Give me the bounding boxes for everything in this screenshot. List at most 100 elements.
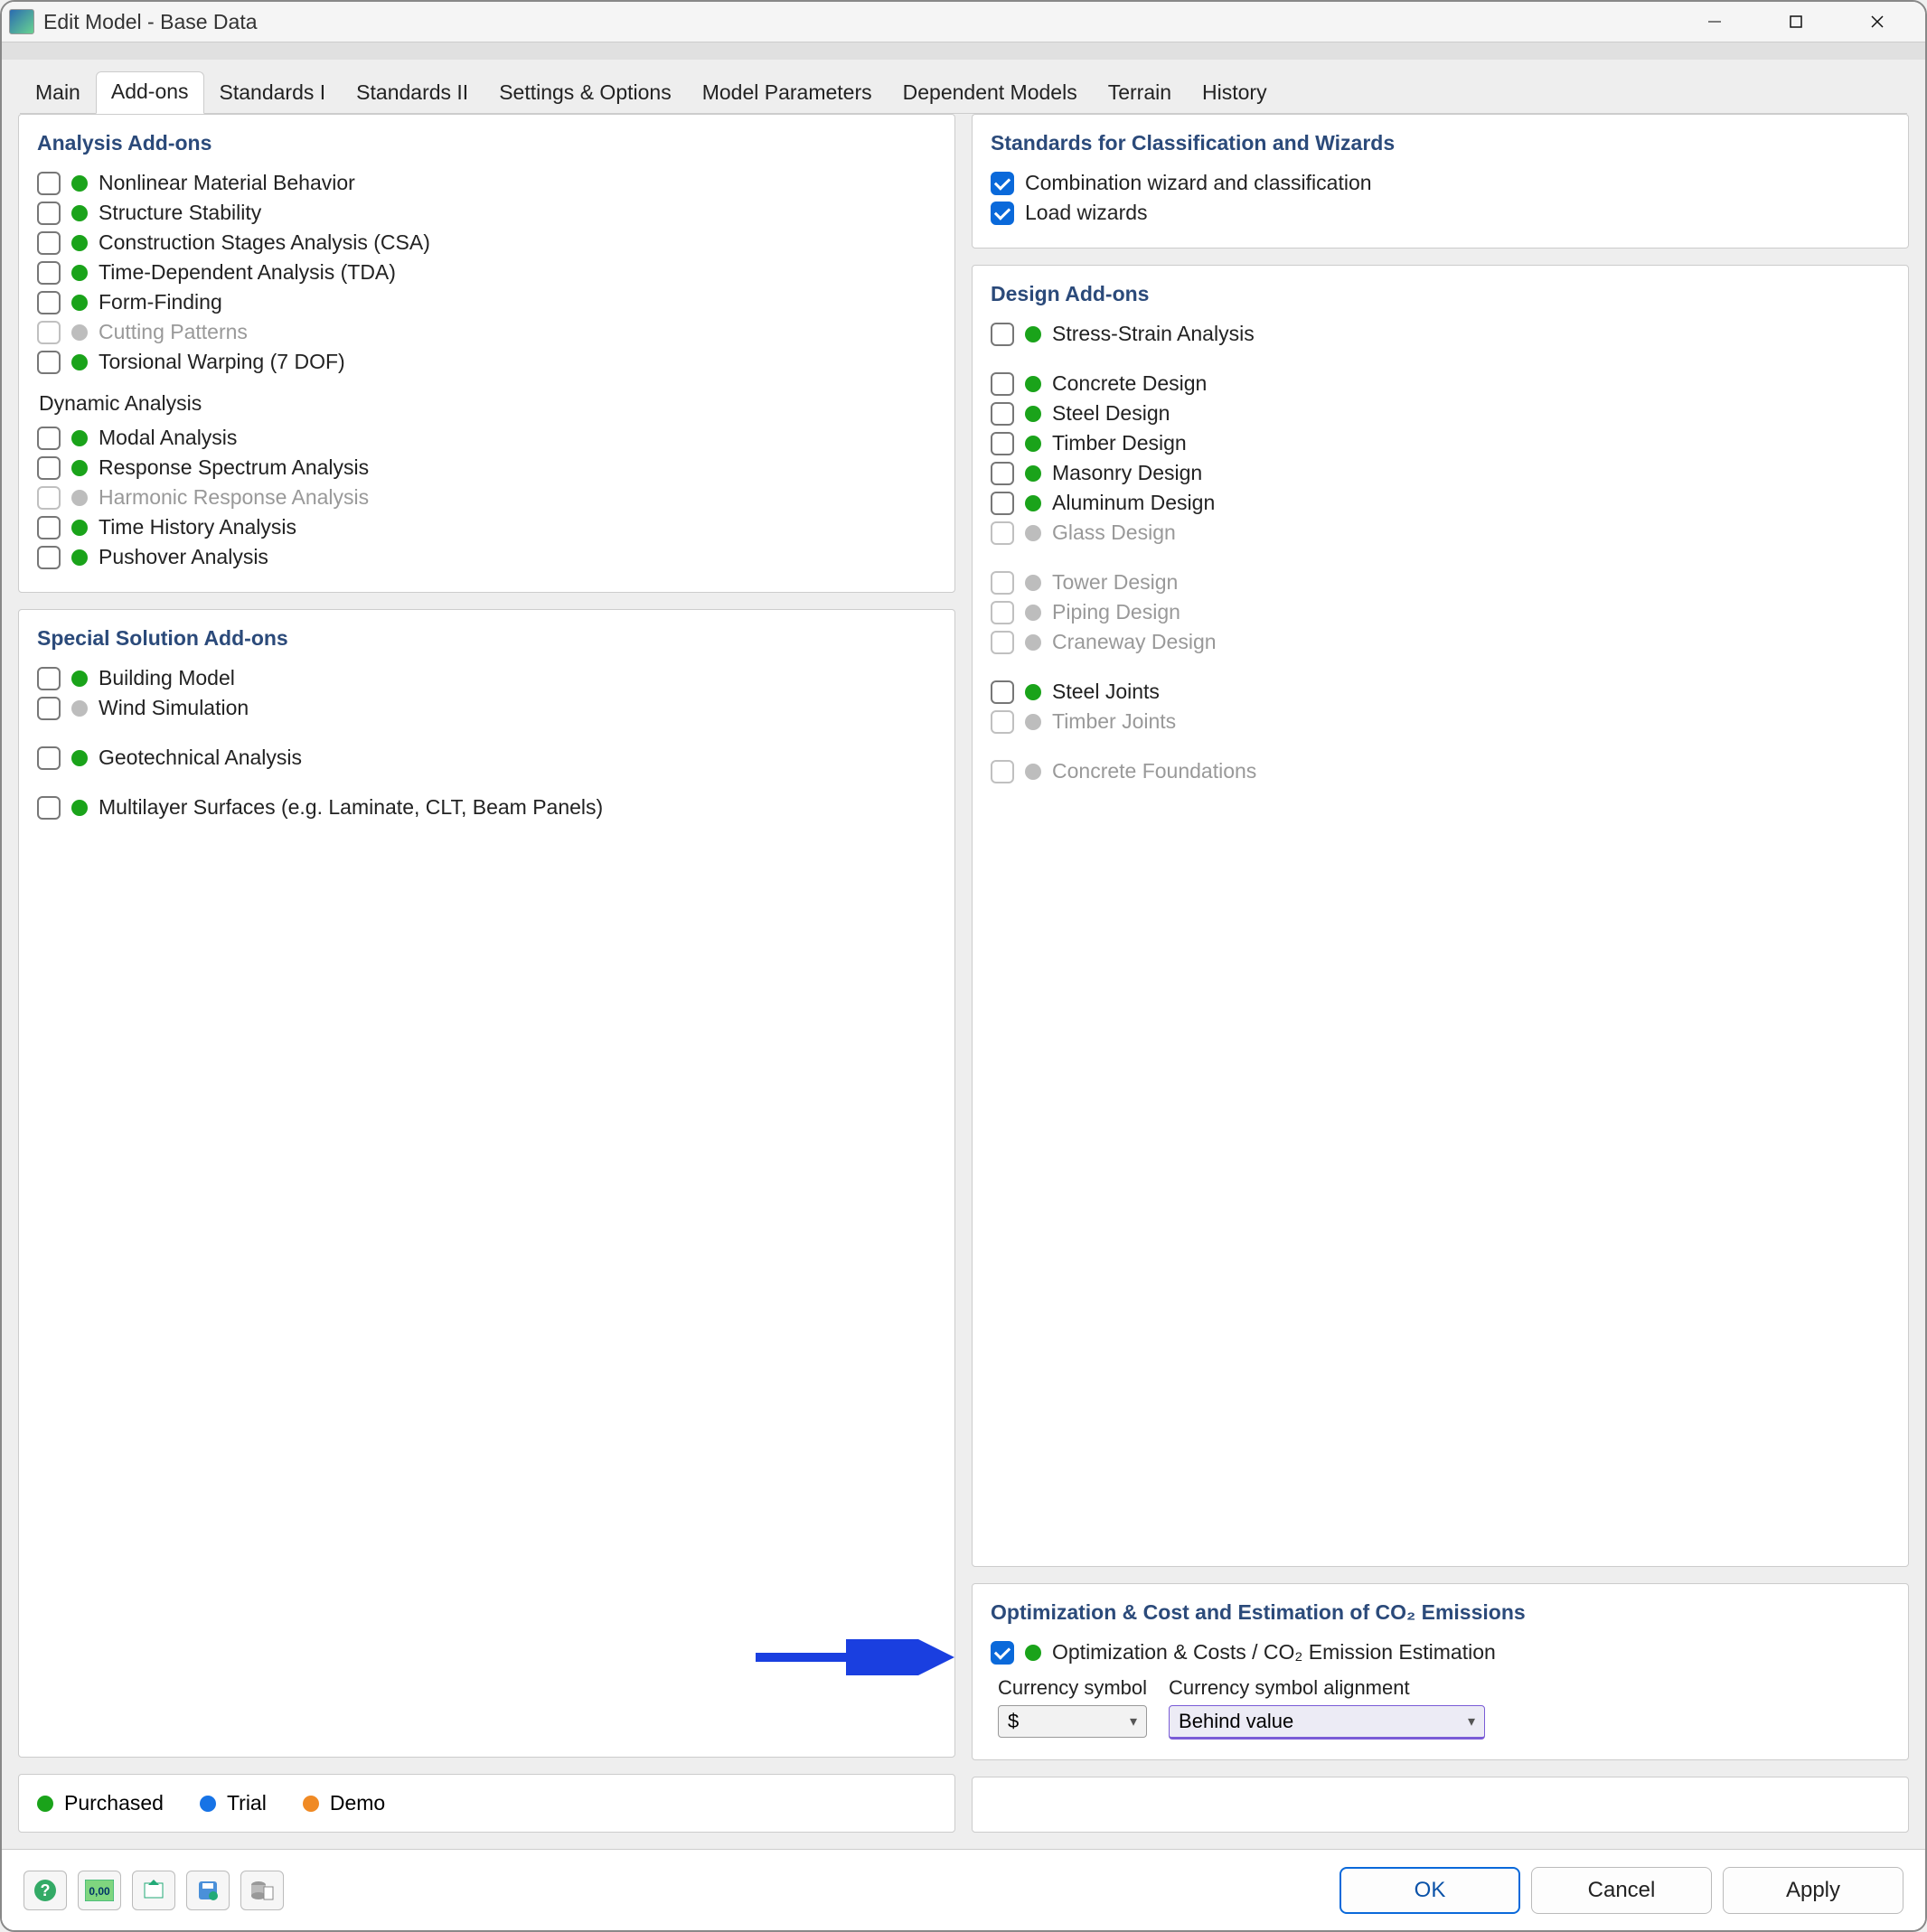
analysis-addons-panel: Analysis Add-ons Nonlinear Material Beha…: [18, 114, 955, 593]
close-button[interactable]: [1837, 4, 1918, 40]
item-label: Craneway Design: [1052, 630, 1217, 654]
item-label: Cutting Patterns: [99, 320, 248, 344]
item-label: Aluminum Design: [1052, 491, 1215, 515]
optimization-item: Optimization & Costs / CO₂ Emission Esti…: [991, 1637, 1890, 1667]
currency-symbol-select[interactable]: $ ▾: [998, 1705, 1147, 1738]
window-title: Edit Model - Base Data: [43, 10, 1674, 34]
checkbox[interactable]: [37, 202, 61, 225]
addon-item: Glass Design: [991, 518, 1890, 548]
tab-main[interactable]: Main: [20, 72, 96, 114]
addon-item: Piping Design: [991, 597, 1890, 627]
item-label: Concrete Foundations: [1052, 759, 1256, 783]
checkbox[interactable]: [991, 492, 1014, 515]
status-dot-icon: [71, 460, 88, 476]
status-dot-icon: [71, 700, 88, 717]
checkbox[interactable]: [37, 667, 61, 690]
select-value: $: [1008, 1710, 1019, 1733]
minimize-button[interactable]: [1674, 4, 1755, 40]
checkbox[interactable]: [37, 456, 61, 480]
help-button[interactable]: ?: [24, 1871, 67, 1910]
tab-history[interactable]: History: [1187, 72, 1283, 114]
checkbox: [991, 631, 1014, 654]
status-dot-icon: [71, 800, 88, 816]
addon-item: Time History Analysis: [37, 512, 936, 542]
addon-item: Multilayer Surfaces (e.g. Laminate, CLT,…: [37, 792, 936, 822]
window: Edit Model - Base Data MainAdd-onsStanda…: [0, 0, 1927, 1932]
addon-item: Concrete Design: [991, 369, 1890, 399]
status-dot-icon: [1025, 575, 1041, 591]
right-column: Standards for Classification and Wizards…: [972, 114, 1909, 1833]
checkbox[interactable]: [37, 291, 61, 314]
addon-item: Steel Design: [991, 399, 1890, 428]
addon-item: Response Spectrum Analysis: [37, 453, 936, 483]
checkbox[interactable]: [991, 1641, 1014, 1665]
checkbox[interactable]: [991, 202, 1014, 225]
addon-item: Structure Stability: [37, 198, 936, 228]
apply-button[interactable]: Apply: [1723, 1867, 1904, 1914]
status-dot-icon: [71, 205, 88, 221]
checkbox[interactable]: [991, 323, 1014, 346]
tab-settings-options[interactable]: Settings & Options: [484, 72, 687, 114]
status-dot-icon: [1025, 605, 1041, 621]
legend-label: Trial: [227, 1791, 267, 1815]
tab-model-parameters[interactable]: Model Parameters: [687, 72, 888, 114]
item-label: Modal Analysis: [99, 426, 237, 450]
checkbox[interactable]: [991, 372, 1014, 396]
spacer: [991, 349, 1890, 369]
load-default-button[interactable]: [132, 1871, 175, 1910]
checkbox[interactable]: [37, 546, 61, 569]
chevron-down-icon: ▾: [1468, 1712, 1475, 1730]
status-dot-icon: [71, 175, 88, 192]
legend-label: Purchased: [64, 1791, 164, 1815]
checkbox[interactable]: [37, 746, 61, 770]
item-label: Timber Joints: [1052, 709, 1176, 734]
checkbox[interactable]: [37, 796, 61, 820]
status-dot-icon: [71, 490, 88, 506]
currency-alignment-select[interactable]: Behind value ▾: [1169, 1705, 1485, 1740]
status-dot-icon: [71, 324, 88, 341]
status-dot-icon: [1025, 376, 1041, 392]
checkbox[interactable]: [37, 261, 61, 285]
checkbox: [991, 601, 1014, 624]
empty-footer-panel: [972, 1777, 1909, 1833]
addon-item: Cutting Patterns: [37, 317, 936, 347]
checkbox[interactable]: [37, 351, 61, 374]
save-default-button[interactable]: [186, 1871, 230, 1910]
tab-standards-i[interactable]: Standards I: [204, 72, 342, 114]
legend-panel: Purchased Trial Demo: [18, 1774, 955, 1833]
button-label: OK: [1415, 1878, 1446, 1903]
svg-text:?: ?: [41, 1881, 51, 1899]
tab-terrain[interactable]: Terrain: [1093, 72, 1187, 114]
left-column: Analysis Add-ons Nonlinear Material Beha…: [18, 114, 955, 1833]
export-button[interactable]: [240, 1871, 284, 1910]
spacer: [991, 548, 1890, 567]
tab-standards-ii[interactable]: Standards II: [341, 72, 484, 114]
checkbox: [991, 521, 1014, 545]
checkbox[interactable]: [991, 432, 1014, 455]
item-label: Multilayer Surfaces (e.g. Laminate, CLT,…: [99, 795, 603, 820]
checkbox[interactable]: [37, 427, 61, 450]
addon-item: Pushover Analysis: [37, 542, 936, 572]
checkbox[interactable]: [991, 680, 1014, 704]
tab-add-ons[interactable]: Add-ons: [96, 71, 204, 114]
item-label: Response Spectrum Analysis: [99, 455, 369, 480]
ok-button[interactable]: OK: [1340, 1867, 1520, 1914]
checkbox[interactable]: [991, 172, 1014, 195]
item-label: Time-Dependent Analysis (TDA): [99, 260, 396, 285]
checkbox[interactable]: [991, 462, 1014, 485]
units-button[interactable]: 0,00: [78, 1871, 121, 1910]
checkbox[interactable]: [37, 516, 61, 539]
maximize-button[interactable]: [1755, 4, 1837, 40]
addon-item: Nonlinear Material Behavior: [37, 168, 936, 198]
tab-dependent-models[interactable]: Dependent Models: [888, 72, 1093, 114]
item-label: Timber Design: [1052, 431, 1187, 455]
standards-wizards-panel: Standards for Classification and Wizards…: [972, 114, 1909, 249]
addon-item: Geotechnical Analysis: [37, 743, 936, 773]
cancel-button[interactable]: Cancel: [1531, 1867, 1712, 1914]
checkbox[interactable]: [37, 697, 61, 720]
checkbox[interactable]: [37, 231, 61, 255]
item-label: Torsional Warping (7 DOF): [99, 350, 345, 374]
checkbox[interactable]: [37, 172, 61, 195]
status-dot-icon: [71, 295, 88, 311]
checkbox[interactable]: [991, 402, 1014, 426]
